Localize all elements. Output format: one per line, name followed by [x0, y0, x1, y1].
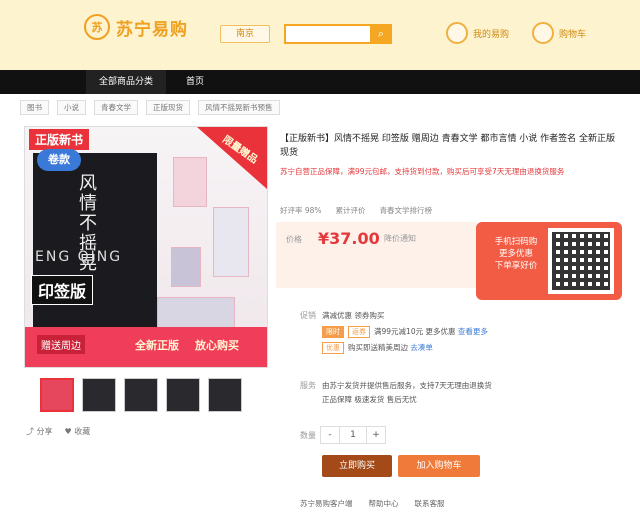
breadcrumb-item[interactable]: 图书	[20, 99, 49, 115]
qr-line-3: 下单享好价	[494, 261, 538, 271]
product-main-image[interactable]: 风情不摇晃 ENG QING 正版新书 卷款 印签版 限量赠品 赠送周边 全新正…	[24, 126, 268, 368]
breadcrumb-item[interactable]: 青春文学	[94, 99, 138, 115]
thumbnail[interactable]	[166, 378, 200, 412]
cart-icon	[532, 22, 554, 44]
quantity-stepper: - 1 +	[320, 426, 386, 444]
meta-item[interactable]: 好评率 98%	[280, 205, 322, 216]
cart-link[interactable]: 购物车	[532, 22, 586, 44]
add-to-cart-button[interactable]: 加入购物车	[398, 455, 480, 477]
product-meta: 好评率 98% 累计评价 青春文学排行榜	[280, 205, 432, 216]
breadcrumb: 图书 小说 青春文学 正版现货 风情不摇晃新书预售	[20, 99, 620, 115]
share-label: 分享	[36, 427, 53, 436]
service-row-text-2: 正品保障 极速发货 售后无忧	[322, 395, 417, 404]
user-icon	[446, 22, 468, 44]
service-link[interactable]: 联系客服	[415, 498, 445, 509]
mobile-qr-panel: 手机扫码购 更多优惠 下单享好价	[476, 222, 622, 300]
qr-line-2: 更多优惠	[498, 249, 533, 259]
price-box: 价格 ¥37.00 降价通知	[276, 222, 476, 288]
thumbnail[interactable]	[124, 378, 158, 412]
book-cover: 风情不摇晃 ENG QING	[33, 153, 157, 333]
my-account-link[interactable]: 我的易购	[446, 22, 509, 44]
breadcrumb-item[interactable]: 风情不摇晃新书预售	[198, 99, 280, 115]
ribbon-text-gift: 赠送周边	[37, 335, 85, 354]
promo-tag: 限时	[322, 326, 344, 338]
share-bar: ⤴ 分享 ♥ 收藏	[26, 426, 90, 437]
promo-text: 苏宁自营正品保障，满99元包邮，支持货到付款，购买后可享受7天无理由退换货服务	[280, 167, 565, 176]
book-english-title: ENG QING	[35, 249, 123, 265]
promo-ribbon: 赠送周边 全新正版 放心购买	[25, 327, 267, 367]
help-link[interactable]: 帮助中心	[369, 498, 399, 509]
promo-row-detail: 限时 返券 满99元减10元 更多优惠 查看更多	[322, 326, 488, 338]
my-account-label: 我的易购	[473, 29, 510, 40]
breadcrumb-item[interactable]: 小说	[57, 99, 86, 115]
all-categories-button[interactable]: 全部商品分类	[86, 70, 166, 94]
main-nav: 全部商品分类 首页	[0, 70, 640, 94]
merch-items	[157, 147, 255, 337]
bottom-links: 苏宁易购客户端 帮助中心 联系客服	[300, 498, 445, 509]
meta-item[interactable]: 累计评价	[336, 205, 366, 216]
service-row-text: 由苏宁发货并提供售后服务，支持7天无理由退换货	[322, 381, 492, 390]
ribbon-text-genuine: 全新正版	[135, 339, 179, 352]
favorite-button[interactable]: ♥ 收藏	[65, 426, 91, 437]
promo-detail-text: 满99元减10元 更多优惠	[374, 327, 456, 336]
search-input[interactable]: ⌕	[284, 24, 392, 44]
breadcrumb-item[interactable]: 正版现货	[146, 99, 190, 115]
product-title: 【正版新书】风情不摇晃 印签版 赠周边 青春文学 都市言情 小说 作者签名 全新…	[280, 134, 616, 158]
logo[interactable]: 苏 苏宁易购	[84, 14, 188, 40]
ribbon-text-assured: 放心购买	[195, 339, 239, 352]
thumbnail-strip	[40, 378, 242, 412]
qr-code-icon	[548, 228, 614, 294]
promo-row-detail-2: 优惠 购买即送精美周边 去凑单	[322, 342, 433, 354]
promo-tag: 返券	[348, 326, 370, 338]
meta-item[interactable]: 青春文学排行榜	[380, 205, 433, 216]
search-icon[interactable]: ⌕	[370, 24, 392, 44]
site-header: 苏 苏宁易购 南京 ⌕ 我的易购 购物车	[0, 0, 640, 70]
qr-promo-text: 手机扫码购 更多优惠 下单享好价	[486, 236, 546, 272]
promo-row-label: 促销	[300, 311, 316, 320]
promo-row-text: 满减优惠 领券购买	[322, 311, 385, 320]
promo-more-link[interactable]: 查看更多	[458, 327, 488, 336]
app-link[interactable]: 苏宁易购客户端	[300, 498, 353, 509]
new-book-badge: 正版新书	[29, 129, 90, 150]
signed-edition-label: 印签版	[31, 275, 94, 305]
price-value: ¥37.00	[318, 229, 380, 248]
thumbnail[interactable]	[208, 378, 242, 412]
nav-home-link[interactable]: 首页	[186, 70, 204, 94]
cart-label: 购物车	[559, 29, 587, 40]
price-label: 价格	[286, 235, 302, 244]
page: 苏 苏宁易购 南京 ⌕ 我的易购 购物车 全部商品分类 首页 图书 小说 青春文…	[0, 0, 640, 530]
quantity-label: 数量	[300, 431, 316, 440]
buy-now-button[interactable]: 立即购买	[322, 455, 392, 477]
city-selector[interactable]: 南京	[220, 25, 270, 43]
service-row-label: 服务	[300, 381, 316, 390]
thumbnail[interactable]	[82, 378, 116, 412]
price-alert-link[interactable]: 降价通知	[384, 233, 416, 244]
quantity-increase-button[interactable]: +	[367, 427, 385, 443]
volume-badge: 卷款	[37, 149, 81, 171]
logo-icon: 苏	[84, 14, 110, 40]
quantity-decrease-button[interactable]: -	[321, 427, 339, 443]
promo-tag: 优惠	[322, 342, 344, 354]
qr-line-1: 手机扫码购	[494, 237, 538, 247]
favorite-label: 收藏	[74, 427, 91, 436]
share-button[interactable]: ⤴ 分享	[26, 426, 53, 437]
logo-text: 苏宁易购	[116, 19, 188, 40]
add-on-link[interactable]: 去凑单	[410, 343, 433, 352]
quantity-input[interactable]: 1	[339, 427, 367, 443]
promo-detail-text: 购买即送精美周边	[348, 343, 408, 352]
thumbnail[interactable]	[40, 378, 74, 412]
